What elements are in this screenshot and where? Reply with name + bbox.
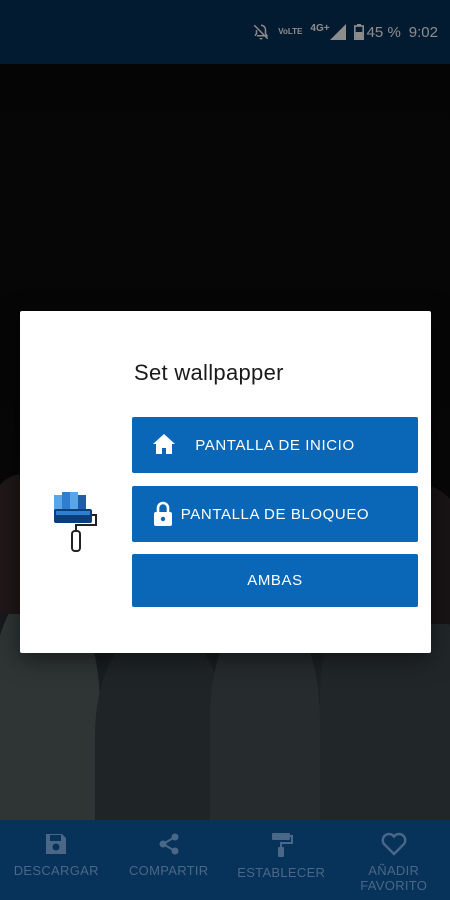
nav-download-label: DESCARGAR xyxy=(13,863,99,878)
home-screen-button[interactable]: PANTALLA DE INICIO xyxy=(132,417,418,473)
home-icon xyxy=(152,433,176,459)
share-icon xyxy=(159,833,179,855)
nav-download[interactable]: DESCARGAR xyxy=(0,820,113,900)
nav-set[interactable]: ESTABLECER xyxy=(225,820,338,900)
nav-share-label: COMPARTIR xyxy=(128,863,209,878)
lock-screen-button[interactable]: PANTALLA DE BLOQUEO xyxy=(132,486,418,542)
dialog-title: Set wallpapper xyxy=(134,360,284,385)
paint-roller-icon xyxy=(50,489,100,560)
home-screen-label: PANTALLA DE INICIO xyxy=(195,436,355,454)
bottom-navigation: DESCARGAR COMPARTIR ESTABLECER AÑADIR FA… xyxy=(0,820,450,900)
set-wallpaper-dialog: Set wallpapper PANTALLA DE INICIO PANTAL… xyxy=(20,311,431,653)
lock-icon xyxy=(153,501,173,531)
lock-screen-label: PANTALLA DE BLOQUEO xyxy=(180,505,370,523)
nav-set-label: ESTABLECER xyxy=(237,865,326,880)
nav-favorite[interactable]: AÑADIR FAVORITO xyxy=(338,820,450,900)
paint-roller-icon xyxy=(272,833,294,857)
nav-share[interactable]: COMPARTIR xyxy=(113,820,226,900)
nav-favorite-label: AÑADIR FAVORITO xyxy=(360,863,428,893)
both-label: AMBAS xyxy=(247,572,303,589)
heart-icon xyxy=(381,832,407,856)
save-icon xyxy=(46,834,67,854)
both-screens-button[interactable]: AMBAS xyxy=(132,554,418,607)
